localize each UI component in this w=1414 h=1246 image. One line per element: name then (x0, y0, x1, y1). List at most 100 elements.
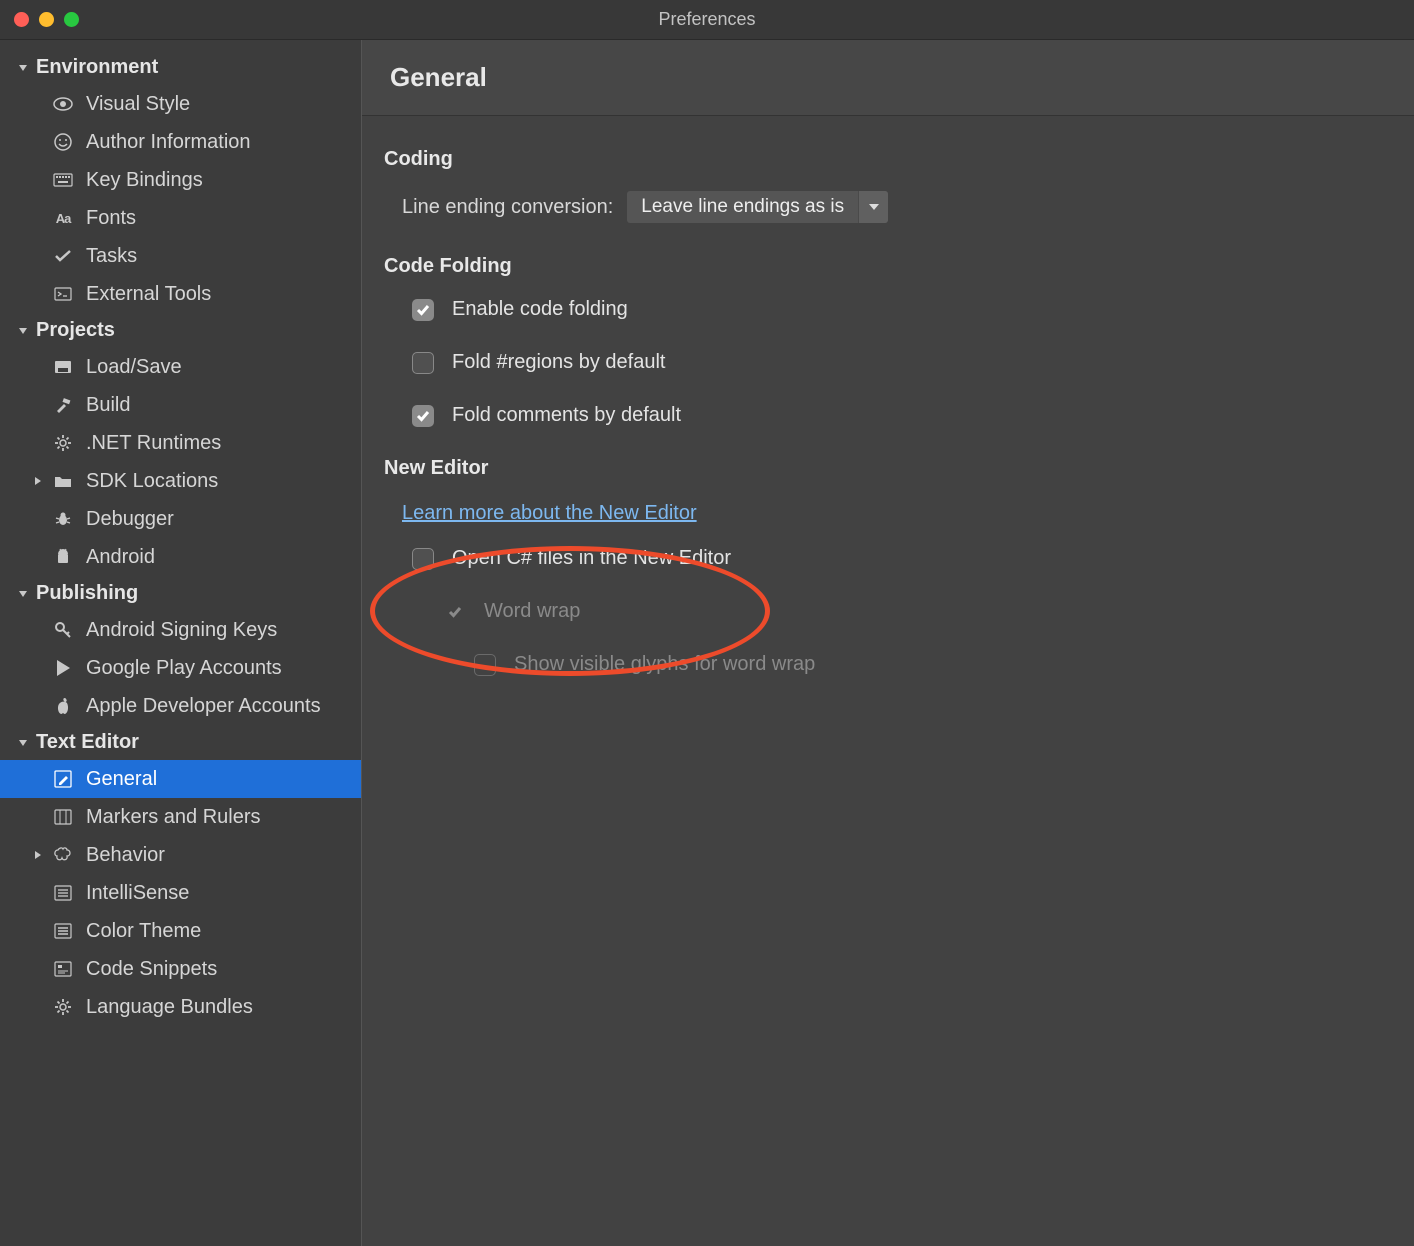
sidebar-item-label: General (86, 768, 157, 791)
sidebar-item-label: Visual Style (86, 93, 190, 116)
sidebar-item-visual-style[interactable]: Visual Style (0, 85, 361, 123)
sidebar-item-label: .NET Runtimes (86, 432, 221, 455)
main-header: General (362, 40, 1414, 116)
chevron-down-icon (858, 191, 888, 223)
word-wrap-row: Word wrap (444, 600, 1392, 623)
sidebar-item-markers-and-rulers[interactable]: Markers and Rulers (0, 798, 361, 836)
list-icon (52, 882, 74, 904)
titlebar: Preferences (0, 0, 1414, 40)
caret-down-icon (16, 736, 30, 750)
open-csharp-label: Open C# files in the New Editor (452, 547, 731, 570)
caret-down-icon (16, 587, 30, 601)
snippet-icon (52, 958, 74, 980)
sidebar-item-android-signing-keys[interactable]: Android Signing Keys (0, 611, 361, 649)
sidebar-item-apple-developer-accounts[interactable]: Apple Developer Accounts (0, 687, 361, 725)
enable-code-folding-checkbox[interactable] (412, 299, 434, 321)
sidebar-item-build[interactable]: Build (0, 386, 361, 424)
section-publishing[interactable]: Publishing (0, 576, 361, 611)
sidebar-item-load-save[interactable]: Load/Save (0, 348, 361, 386)
caret-down-icon (16, 324, 30, 338)
sidebar-item-behavior[interactable]: Behavior (0, 836, 361, 874)
new-editor-group-title: New Editor (384, 457, 1392, 480)
eye-icon (52, 93, 74, 115)
android-icon (52, 546, 74, 568)
fold-regions-label: Fold #regions by default (452, 351, 665, 374)
sidebar-item-label: Android (86, 546, 155, 569)
maximize-button[interactable] (64, 12, 79, 27)
sidebar-item-label: Load/Save (86, 356, 182, 379)
sidebar-item-label: Build (86, 394, 130, 417)
line-ending-label: Line ending conversion: (402, 196, 613, 219)
disk-icon (52, 356, 74, 378)
terminal-icon (52, 283, 74, 305)
gear-icon (52, 432, 74, 454)
sidebar-item-debugger[interactable]: Debugger (0, 500, 361, 538)
learn-more-link[interactable]: Learn more about the New Editor (402, 502, 697, 525)
fold-comments-row[interactable]: Fold comments by default (412, 404, 1392, 427)
section-label: Projects (36, 319, 115, 342)
sidebar-item-code-snippets[interactable]: Code Snippets (0, 950, 361, 988)
sidebar: Environment Visual Style Author Informatio… (0, 40, 362, 1246)
sidebar-item-label: External Tools (86, 283, 211, 306)
sidebar-item-general[interactable]: General (0, 760, 361, 798)
caret-right-icon (34, 474, 48, 488)
close-button[interactable] (14, 12, 29, 27)
sidebar-item-label: SDK Locations (86, 470, 218, 493)
sidebar-item-tasks[interactable]: Tasks (0, 237, 361, 275)
ruler-icon (52, 806, 74, 828)
window-title: Preferences (0, 9, 1414, 30)
open-csharp-checkbox[interactable] (412, 548, 434, 570)
sidebar-item-language-bundles[interactable]: Language Bundles (0, 988, 361, 1026)
fold-comments-checkbox[interactable] (412, 405, 434, 427)
section-text-editor[interactable]: Text Editor (0, 725, 361, 760)
sidebar-item-color-theme[interactable]: Color Theme (0, 912, 361, 950)
keyboard-icon (52, 169, 74, 191)
sidebar-item-google-play-accounts[interactable]: Google Play Accounts (0, 649, 361, 687)
line-ending-row: Line ending conversion: Leave line endin… (402, 191, 1392, 223)
line-ending-select[interactable]: Leave line endings as is (627, 191, 888, 223)
sidebar-item-label: Apple Developer Accounts (86, 695, 321, 718)
brain-icon (52, 844, 74, 866)
section-projects[interactable]: Projects (0, 313, 361, 348)
sidebar-item-label: Key Bindings (86, 169, 203, 192)
apple-icon (52, 695, 74, 717)
sidebar-item-external-tools[interactable]: External Tools (0, 275, 361, 313)
sidebar-item-fonts[interactable]: AaFonts (0, 199, 361, 237)
fold-regions-row[interactable]: Fold #regions by default (412, 351, 1392, 374)
main-panel: General Coding Line ending conversion: L… (362, 40, 1414, 1246)
sidebar-item-key-bindings[interactable]: Key Bindings (0, 161, 361, 199)
traffic-lights (14, 12, 79, 27)
section-label: Environment (36, 56, 158, 79)
sidebar-item-label: Language Bundles (86, 996, 253, 1019)
sidebar-item-label: Fonts (86, 207, 136, 230)
sidebar-item-intellisense[interactable]: IntelliSense (0, 874, 361, 912)
code-folding-group-title: Code Folding (384, 255, 1392, 278)
glyphs-row: Show visible glyphs for word wrap (474, 653, 1392, 676)
key-icon (52, 619, 74, 641)
open-csharp-row[interactable]: Open C# files in the New Editor (412, 547, 1392, 570)
sidebar-item-android[interactable]: Android (0, 538, 361, 576)
enable-code-folding-row[interactable]: Enable code folding (412, 298, 1392, 321)
sidebar-item-sdk-locations[interactable]: SDK Locations (0, 462, 361, 500)
section-label: Text Editor (36, 731, 139, 754)
play-icon (52, 657, 74, 679)
glyphs-label: Show visible glyphs for word wrap (514, 653, 815, 676)
palette-icon (52, 920, 74, 942)
bug-icon (52, 508, 74, 530)
sidebar-item-label: Author Information (86, 131, 251, 154)
sidebar-item-author-information[interactable]: Author Information (0, 123, 361, 161)
sidebar-item-label: Debugger (86, 508, 174, 531)
word-wrap-label: Word wrap (484, 600, 580, 623)
fold-regions-checkbox[interactable] (412, 352, 434, 374)
caret-down-icon (16, 61, 30, 75)
sidebar-item-label: Android Signing Keys (86, 619, 277, 642)
minimize-button[interactable] (39, 12, 54, 27)
glyphs-checkbox (474, 654, 496, 676)
gear-icon (52, 996, 74, 1018)
sidebar-item-net-runtimes[interactable]: .NET Runtimes (0, 424, 361, 462)
folder-icon (52, 470, 74, 492)
sidebar-item-label: Behavior (86, 844, 165, 867)
section-environment[interactable]: Environment (0, 50, 361, 85)
line-ending-value: Leave line endings as is (627, 196, 858, 218)
page-title: General (390, 62, 1386, 93)
